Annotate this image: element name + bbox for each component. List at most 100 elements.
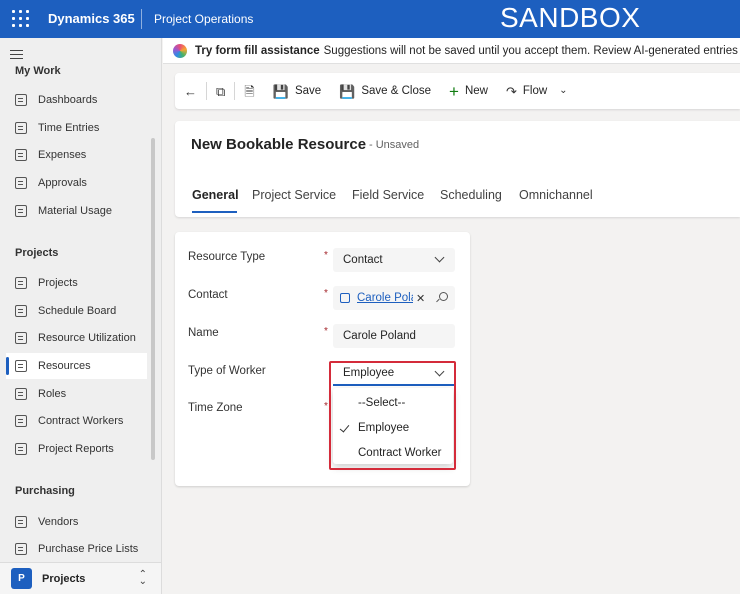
sidebar-item-project-reports[interactable]: Project Reports (6, 436, 147, 462)
hamburger-menu-icon[interactable] (10, 50, 23, 62)
command-bar: ← ⧉ 🗎 💾 Save 💾 Save & Close + New ↷ Flow… (175, 73, 740, 109)
app-module[interactable]: Project Operations (154, 12, 253, 26)
back-button[interactable]: ← (175, 73, 206, 109)
sidebar-item-purchase-price-lists[interactable]: Purchase Price Lists (6, 536, 147, 562)
header-divider (141, 9, 142, 29)
sidebar-item-time-entries[interactable]: Time Entries (6, 115, 147, 141)
sidebar-item-material-usage[interactable]: Material Usage (6, 198, 147, 224)
contact-link[interactable]: Carole Pola (357, 292, 413, 304)
required-indicator: * (324, 250, 328, 261)
sidebar-item-label: Resources (38, 360, 91, 372)
sidebar-item-roles[interactable]: Roles (6, 381, 147, 407)
resource-type-value: Contact (343, 254, 383, 266)
document-check-icon (15, 177, 27, 189)
arrow-left-icon: ← (184, 83, 197, 99)
chevron-down-icon (434, 366, 445, 377)
time-zone-label: Time Zone (188, 402, 243, 414)
type-of-worker-select[interactable]: Employee (333, 362, 455, 386)
sidebar-item-approvals[interactable]: Approvals (6, 170, 147, 196)
form-fill-banner: Try form fill assistance Suggestions wil… (163, 38, 740, 64)
plus-icon: + (449, 81, 459, 101)
sidebar-item-resources[interactable]: Resources (6, 353, 147, 379)
open-new-window-icon: ⧉ (216, 83, 226, 99)
contact-lookup[interactable]: Carole Pola ✕ (333, 286, 455, 310)
section-title-projects: Projects (15, 247, 59, 259)
area-switcher[interactable]: P Projects ⌃ ⌄ (0, 562, 161, 594)
option-select[interactable]: --Select-- (333, 391, 453, 415)
sidebar-item-label: Vendors (38, 516, 79, 528)
save-close-button[interactable]: 💾 Save & Close (330, 73, 440, 109)
app-name[interactable]: Dynamics 365 (48, 11, 135, 26)
required-indicator: * (324, 288, 328, 299)
banner-title: Try form fill assistance (195, 44, 320, 57)
new-button[interactable]: + New (440, 73, 497, 109)
open-new-window-button[interactable]: ⧉ (207, 73, 234, 109)
app-launcher-icon[interactable] (12, 10, 30, 28)
sidebar-item-label: Purchase Price Lists (38, 543, 139, 555)
sitemap-sidebar: My Work Dashboards Time Entries Expenses… (0, 38, 162, 594)
roles-icon (15, 388, 27, 400)
required-indicator: * (324, 401, 328, 412)
section-title-my-work: My Work (15, 65, 61, 77)
name-label: Name (188, 327, 219, 339)
document-arrow-icon: 🗎 (244, 83, 255, 99)
calendar-icon (15, 122, 27, 134)
report-icon (15, 443, 27, 455)
name-field[interactable]: Carole Poland (333, 324, 455, 348)
sidebar-item-label: Contract Workers (38, 415, 124, 427)
tab-omnichannel[interactable]: Omnichannel (519, 188, 593, 202)
search-icon[interactable] (439, 292, 448, 301)
sidebar-item-dashboards[interactable]: Dashboards (6, 87, 147, 113)
resource-type-select[interactable]: Contact (333, 248, 455, 272)
environment-label: SANDBOX (500, 2, 641, 33)
sidebar-item-label: Resource Utilization (38, 332, 136, 344)
sidebar-item-label: Roles (38, 388, 67, 400)
sidebar-item-expenses[interactable]: Expenses (6, 142, 147, 168)
sidebar-item-label: Expenses (38, 149, 87, 161)
flow-button[interactable]: ↷ Flow ⌄ (497, 73, 577, 109)
tab-project-service[interactable]: Project Service (252, 188, 336, 202)
sidebar-item-schedule-board[interactable]: Schedule Board (6, 298, 147, 324)
banner-message: Suggestions will not be saved until you … (323, 44, 740, 57)
sidebar-item-projects[interactable]: Projects (6, 270, 147, 296)
sidebar-item-label: Project Reports (38, 443, 114, 455)
page-title: New Bookable Resource (191, 136, 367, 153)
area-badge: P (11, 568, 32, 589)
chevron-down-icon: ⌄ (559, 85, 568, 96)
database-icon (15, 543, 27, 555)
option-label: --Select-- (358, 397, 406, 409)
sidebar-item-label: Dashboards (38, 94, 98, 106)
type-of-worker-value: Employee (343, 367, 395, 379)
box-icon (15, 205, 27, 217)
sidebar-item-label: Time Entries (38, 122, 100, 134)
contact-label: Contact (188, 289, 228, 301)
tab-general[interactable]: General (192, 188, 239, 202)
contact-record-icon (340, 293, 350, 303)
flow-label: Flow (522, 85, 548, 97)
dashboard-icon (15, 94, 27, 106)
option-employee[interactable]: Employee (333, 416, 453, 440)
contract-icon (15, 415, 27, 427)
option-contract-worker[interactable]: Contract Worker (333, 441, 453, 465)
tab-field-service[interactable]: Field Service (352, 188, 424, 202)
document-flow-button[interactable]: 🗎 (235, 73, 263, 109)
sidebar-item-label: Approvals (38, 177, 87, 189)
chart-icon (15, 332, 27, 344)
sidebar-scrollbar[interactable] (151, 138, 155, 460)
sidebar-item-label: Material Usage (38, 205, 112, 217)
save-button[interactable]: 💾 Save (264, 73, 330, 109)
copilot-icon (173, 43, 187, 58)
new-label: New (464, 85, 488, 97)
sidebar-item-vendors[interactable]: Vendors (6, 509, 147, 535)
required-indicator: * (324, 326, 328, 337)
clear-lookup-icon[interactable]: ✕ (416, 292, 425, 305)
form-header: New Bookable Resource - Unsaved General … (175, 121, 740, 217)
sidebar-item-resource-utilization[interactable]: Resource Utilization (6, 325, 147, 351)
tab-scheduling[interactable]: Scheduling (440, 188, 502, 202)
selected-tab-indicator (192, 211, 237, 213)
type-of-worker-label: Type of Worker (188, 365, 266, 377)
name-value: Carole Poland (343, 330, 416, 342)
checkmark-icon (339, 422, 350, 433)
save-icon: 💾 (272, 83, 289, 99)
sidebar-item-contract-workers[interactable]: Contract Workers (6, 408, 147, 434)
